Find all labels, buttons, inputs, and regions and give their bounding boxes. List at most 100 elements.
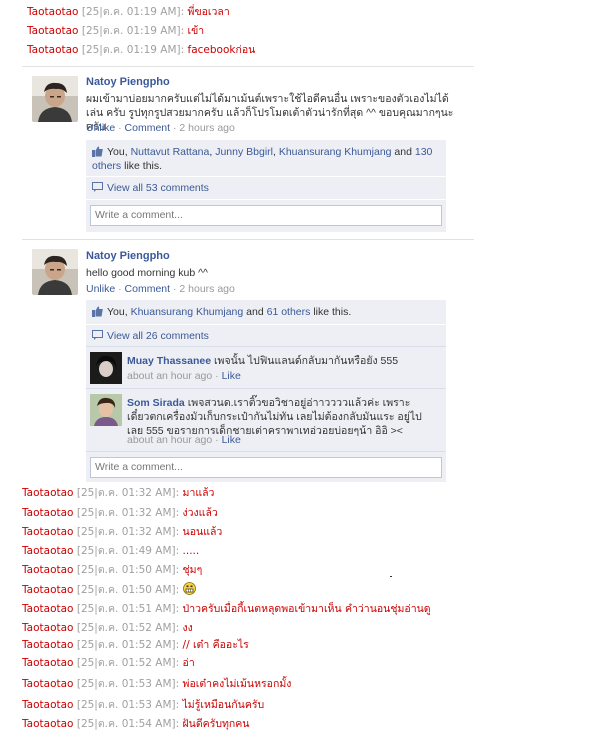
liker-link[interactable]: Nuttavut Rattana [131, 146, 210, 158]
likes-sentence: You, Khuansurang Khumjang and 61 others … [92, 306, 351, 318]
chat-nick[interactable]: Taotaotao [22, 622, 74, 634]
chat-nick[interactable]: Taotaotao [27, 25, 79, 37]
divider [86, 451, 446, 452]
chat-timestamp: [25|ต.ค. 01:53 AM] [76, 699, 176, 711]
post-author[interactable]: Natoy Piengpho [86, 76, 170, 88]
chat-message: พ่อเต๋าคงไม่เม้นหรอกมั้ง [182, 678, 292, 690]
write-comment-input[interactable]: Write a comment... [90, 205, 442, 226]
chat-message: มาแล้ว [182, 487, 215, 499]
divider [86, 199, 446, 200]
comment-link[interactable]: Comment [125, 122, 171, 134]
chat-nick[interactable]: Taotaotao [22, 545, 74, 557]
chat-message: ชุ่มๆ [182, 564, 203, 576]
post-actions: Unlike · Comment · 2 hours ago [86, 283, 235, 295]
divider [86, 388, 446, 389]
comment-text: Som Sirada เพจสวนด.เราติ๊วขอวิชาอยู่อ่าา… [127, 397, 422, 437]
chat-nick[interactable]: Taotaotao [22, 507, 74, 519]
comment-bubble-icon [92, 330, 103, 340]
chat-line: Taotaotao [25|ต.ค. 01:50 AM]: ชุ่มๆ [22, 564, 203, 576]
chat-message: เข้า [187, 25, 205, 37]
chat-message: ฝันดีครับทุกคน [182, 718, 250, 730]
chat-nick[interactable]: Taotaotao [22, 603, 74, 615]
view-all-comments[interactable]: View all 53 comments [92, 182, 209, 194]
chat-nick[interactable]: Taotaotao [27, 6, 79, 18]
chat-timestamp: [25|ต.ค. 01:49 AM] [76, 545, 176, 557]
chat-nick[interactable]: Taotaotao [22, 657, 74, 669]
chat-nick[interactable]: Taotaotao [22, 584, 74, 596]
unlike-link[interactable]: Unlike [86, 122, 115, 134]
divider [86, 324, 446, 325]
chat-line: Taotaotao [25|ต.ค. 01:32 AM]: ง่วงแล้ว [22, 507, 218, 519]
chat-line: Taotaotao [25|ต.ค. 01:52 AM]: อ่า [22, 657, 195, 669]
comment-time[interactable]: about an hour ago [127, 370, 212, 382]
chat-timestamp: [25|ต.ค. 01:19 AM] [81, 44, 181, 56]
thumbs-up-icon [92, 306, 103, 317]
author-avatar[interactable] [32, 76, 78, 122]
post-actions: Unlike · Comment · 2 hours ago [86, 122, 235, 134]
comment-time[interactable]: about an hour ago [127, 434, 212, 446]
chat-line: Taotaotao [25|ต.ค. 01:51 AM]: ป่าวครับเม… [22, 603, 431, 615]
chat-line: Taotaotao [25|ต.ค. 01:53 AM]: พ่อเต๋าคงไ… [22, 678, 292, 690]
chat-nick[interactable]: Taotaotao [22, 639, 74, 651]
chat-timestamp: [25|ต.ค. 01:32 AM] [76, 526, 176, 538]
comment-author[interactable]: Som Sirada [127, 397, 185, 409]
chat-timestamp: [25|ต.ค. 01:19 AM] [81, 25, 181, 37]
stray-mark [390, 576, 392, 577]
chat-nick[interactable]: Taotaotao [22, 564, 74, 576]
commenter-avatar[interactable] [90, 352, 122, 384]
chat-message: ไม่รู้เหมือนกันครับ [182, 699, 265, 711]
chat-timestamp: [25|ต.ค. 01:52 AM] [76, 639, 176, 651]
view-all-comments[interactable]: View all 26 comments [92, 330, 209, 342]
thumbs-up-icon [92, 146, 103, 157]
liker-link[interactable]: Khuansurang Khumjang [279, 146, 392, 158]
post-time[interactable]: 2 hours ago [179, 283, 234, 295]
chat-line: Taotaotao [25|ต.ค. 01:49 AM]: ..... [22, 545, 200, 557]
comment-link[interactable]: Comment [125, 283, 171, 295]
chat-line: Taotaotao [25|ต.ค. 01:19 AM]: facebookก่… [27, 44, 256, 56]
chat-timestamp: [25|ต.ค. 01:52 AM] [76, 657, 176, 669]
chat-message: // เต๋า คืออะไร [182, 639, 249, 651]
chat-message: นอนแล้ว [182, 526, 223, 538]
chat-nick[interactable]: Taotaotao [22, 526, 74, 538]
chat-message: ..... [182, 545, 200, 557]
chat-nick[interactable]: Taotaotao [27, 44, 79, 56]
chat-line: Taotaotao [25|ต.ค. 01:50 AM]: [22, 582, 196, 598]
divider [86, 176, 446, 177]
chat-timestamp: [25|ต.ค. 01:51 AM] [76, 603, 176, 615]
chat-line: Taotaotao [25|ต.ค. 01:52 AM]: // เต๋า คื… [22, 639, 249, 651]
post-time[interactable]: 2 hours ago [179, 122, 234, 134]
chat-nick[interactable]: Taotaotao [22, 487, 74, 499]
liker-link[interactable]: Junny Bbgirl [215, 146, 273, 158]
comment-meta: about an hour ago · Like [127, 370, 241, 382]
comment-bubble-icon [92, 182, 103, 192]
comment-meta: about an hour ago · Like [127, 434, 241, 446]
others-link[interactable]: 61 others [267, 306, 311, 318]
chat-timestamp: [25|ต.ค. 01:53 AM] [76, 678, 176, 690]
commenter-avatar[interactable] [90, 394, 122, 426]
chat-message: ง่วงแล้ว [182, 507, 218, 519]
liker-link[interactable]: Khuansurang Khumjang [131, 306, 244, 318]
chat-nick[interactable]: Taotaotao [22, 699, 74, 711]
write-comment-input[interactable]: Write a comment... [90, 457, 442, 478]
chat-message: อ่า [182, 657, 195, 669]
chat-line: Taotaotao [25|ต.ค. 01:32 AM]: นอนแล้ว [22, 526, 223, 538]
divider [22, 239, 474, 240]
chat-nick[interactable]: Taotaotao [22, 718, 74, 730]
comment-text: Muay Thassanee เพจนั้น ไปฟินแลนด์กลับมาก… [127, 355, 399, 367]
post-author[interactable]: Natoy Piengpho [86, 250, 170, 262]
chat-line: Taotaotao [25|ต.ค. 01:19 AM]: เข้า [27, 25, 205, 37]
divider [86, 346, 446, 347]
unlike-link[interactable]: Unlike [86, 283, 115, 295]
grin-emoji-icon [182, 582, 196, 595]
chat-timestamp: [25|ต.ค. 01:19 AM] [81, 6, 181, 18]
comment-author[interactable]: Muay Thassanee [127, 355, 211, 367]
chat-line: Taotaotao [25|ต.ค. 01:19 AM]: พี่ขอเวลา [27, 6, 230, 18]
like-link[interactable]: Like [222, 370, 241, 382]
chat-line: Taotaotao [25|ต.ค. 01:32 AM]: มาแล้ว [22, 487, 215, 499]
author-avatar[interactable] [32, 249, 78, 295]
like-link[interactable]: Like [222, 434, 241, 446]
chat-line: Taotaotao [25|ต.ค. 01:53 AM]: ไม่รู้เหมื… [22, 699, 265, 711]
likes-sentence: You, Nuttavut Rattana, Junny Bbgirl, Khu… [92, 146, 433, 172]
chat-nick[interactable]: Taotaotao [22, 678, 74, 690]
chat-timestamp: [25|ต.ค. 01:52 AM] [76, 622, 176, 634]
